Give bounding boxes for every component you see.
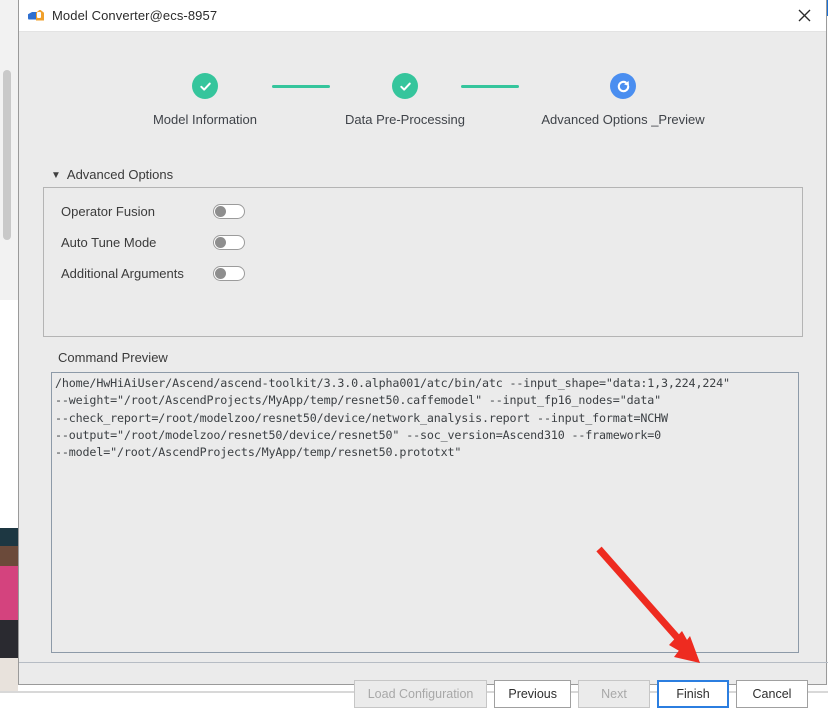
footer-separator	[19, 662, 828, 663]
step-model-information[interactable]: Model Information	[137, 73, 273, 127]
finish-button[interactable]: Finish	[657, 680, 729, 708]
close-icon[interactable]	[782, 0, 826, 30]
command-line: --model="/root/AscendProjects/MyApp/temp…	[55, 444, 795, 461]
dialog-button-bar: Load Configuration Previous Next Finish …	[354, 680, 808, 708]
additional-arguments-toggle[interactable]	[213, 266, 245, 281]
step-connector-2	[461, 85, 519, 88]
model-converter-icon	[28, 8, 44, 24]
auto-tune-mode-toggle[interactable]	[213, 235, 245, 250]
step-label: Advanced Options _Preview	[531, 112, 715, 127]
load-configuration-button[interactable]: Load Configuration	[354, 680, 488, 708]
advanced-options-title: Advanced Options	[67, 167, 173, 182]
option-label: Additional Arguments	[61, 266, 213, 281]
step-label: Data Pre-Processing	[337, 112, 473, 127]
previous-button[interactable]: Previous	[494, 680, 571, 708]
option-label: Auto Tune Mode	[61, 235, 213, 250]
title-bar: Model Converter@ecs-8957	[19, 0, 826, 32]
cancel-button[interactable]: Cancel	[736, 680, 808, 708]
window-title: Model Converter@ecs-8957	[52, 8, 217, 23]
advanced-options-section-header[interactable]: ▼ Advanced Options	[51, 167, 173, 182]
check-circle-icon	[192, 73, 218, 99]
option-row-auto-tune-mode: Auto Tune Mode	[61, 231, 245, 253]
option-row-additional-arguments: Additional Arguments	[61, 262, 245, 284]
command-preview-label: Command Preview	[58, 350, 168, 365]
background-photo	[0, 528, 18, 658]
step-data-pre-processing[interactable]: Data Pre-Processing	[337, 73, 473, 127]
dialog-body: Model Information Data Pre-Processing	[19, 32, 826, 684]
command-line: --weight="/root/AscendProjects/MyApp/tem…	[55, 392, 795, 409]
chevron-down-icon: ▼	[51, 171, 61, 181]
command-line: /home/HwHiAiUser/Ascend/ascend-toolkit/3…	[55, 375, 795, 392]
step-connector-1	[272, 85, 330, 88]
background-scrollbar	[3, 70, 11, 240]
model-converter-dialog: Model Converter@ecs-8957 Model Informati…	[18, 0, 827, 685]
step-label: Model Information	[137, 112, 273, 127]
advanced-options-panel: Operator Fusion Auto Tune Mode Additiona…	[43, 187, 803, 337]
command-line: --output="/root/modelzoo/resnet50/device…	[55, 427, 795, 444]
check-circle-icon	[392, 73, 418, 99]
next-button[interactable]: Next	[578, 680, 650, 708]
command-preview-textarea[interactable]: /home/HwHiAiUser/Ascend/ascend-toolkit/3…	[51, 372, 799, 653]
option-row-operator-fusion: Operator Fusion	[61, 200, 245, 222]
wizard-stepper: Model Information Data Pre-Processing	[19, 73, 828, 153]
refresh-circle-icon	[610, 73, 636, 99]
option-label: Operator Fusion	[61, 204, 213, 219]
operator-fusion-toggle[interactable]	[213, 204, 245, 219]
command-line: --check_report=/root/modelzoo/resnet50/d…	[55, 410, 795, 427]
step-advanced-options-preview[interactable]: Advanced Options _Preview	[531, 73, 715, 127]
background-photo-lower	[0, 658, 18, 693]
